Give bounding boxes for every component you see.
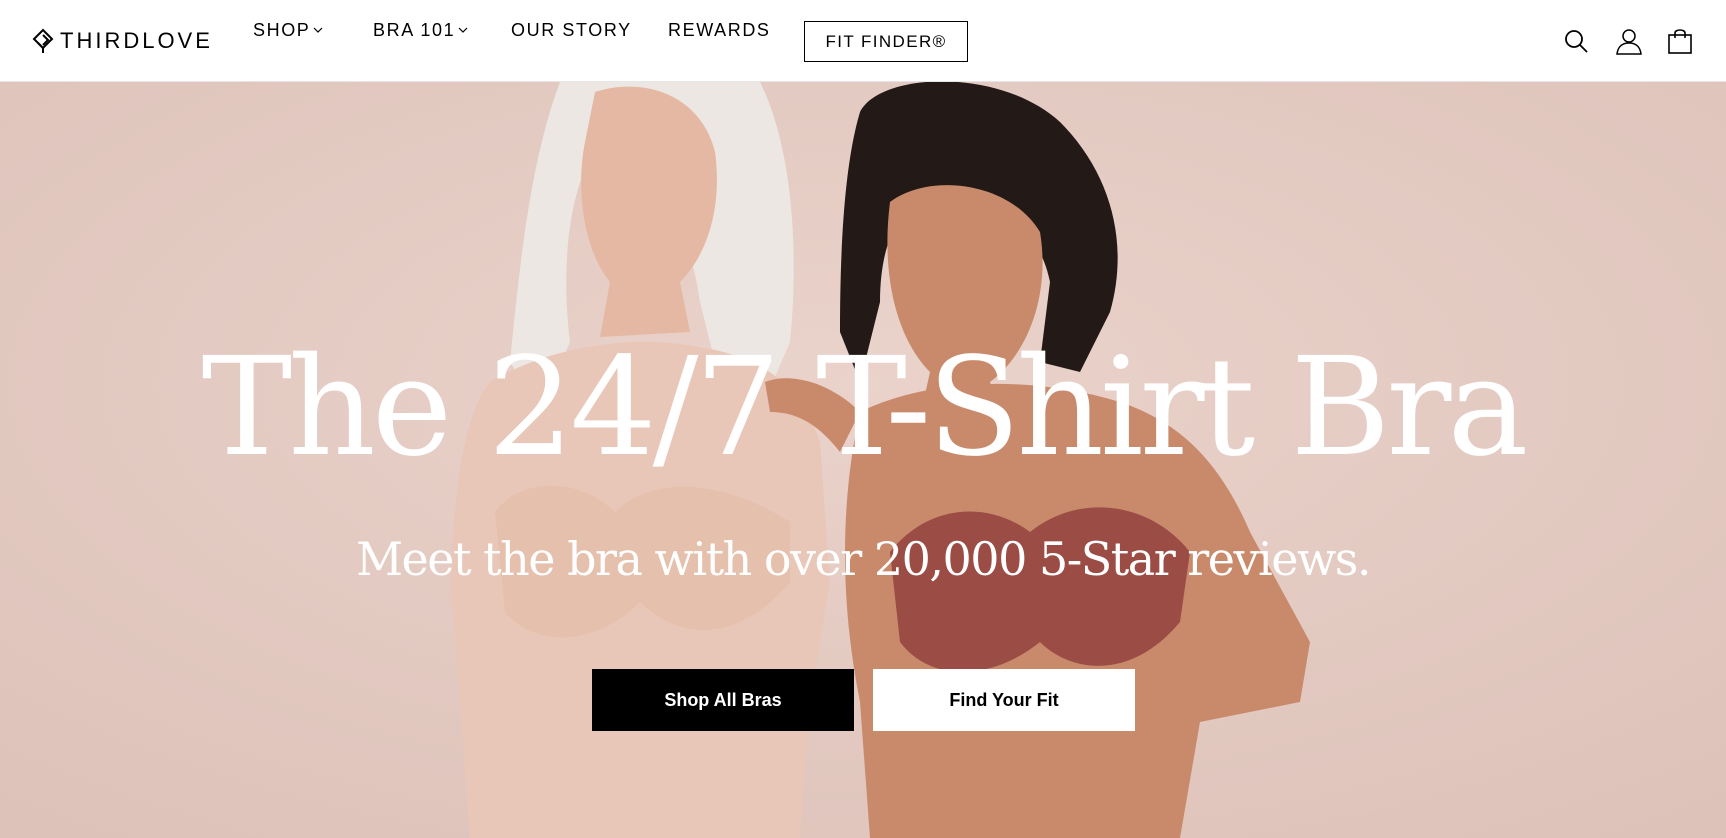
find-your-fit-label: Find Your Fit (949, 689, 1059, 710)
search-button[interactable] (1560, 25, 1592, 57)
brand-name: THIRDLOVE (60, 28, 213, 53)
chevron-down-icon (313, 27, 323, 33)
site-header: THIRDLOVE SHOP BRA 101 OUR STORY REWARDS… (0, 0, 1726, 82)
hero-subhead: Meet the bra with over 20,000 5-Star rev… (355, 532, 1372, 586)
find-your-fit-button[interactable]: Find Your Fit (873, 669, 1135, 731)
hero-banner: The 24/7 T-Shirt Bra Meet the bra with o… (0, 82, 1726, 838)
shop-all-bras-button[interactable]: Shop All Bras (592, 669, 854, 731)
fit-finder-label: FIT FINDER® (825, 31, 947, 51)
cart-button[interactable] (1664, 25, 1696, 57)
logo-mark-icon (32, 28, 54, 53)
nav-rewards-label: REWARDS (668, 19, 771, 40)
fit-finder-button[interactable]: FIT FINDER® (804, 21, 968, 62)
nav-bra-101[interactable]: BRA 101 (373, 20, 468, 41)
account-icon (1616, 29, 1642, 55)
nav-our-story-label: OUR STORY (511, 19, 632, 40)
nav-bra-101-label: BRA 101 (373, 19, 456, 40)
nav-rewards[interactable]: REWARDS (668, 20, 771, 41)
nav-our-story[interactable]: OUR STORY (511, 20, 632, 41)
hero-headline: The 24/7 T-Shirt Bra (201, 329, 1529, 487)
nav-shop[interactable]: SHOP (253, 20, 323, 41)
account-button[interactable] (1613, 25, 1645, 57)
thirdlove-logo[interactable]: THIRDLOVE (32, 26, 213, 56)
chevron-down-icon (458, 27, 468, 33)
search-icon (1565, 30, 1588, 53)
hero-content: The 24/7 T-Shirt Bra Meet the bra with o… (0, 82, 1726, 838)
nav-shop-label: SHOP (253, 19, 311, 40)
shopping-bag-icon (1668, 29, 1692, 54)
shop-all-bras-label: Shop All Bras (664, 689, 782, 710)
